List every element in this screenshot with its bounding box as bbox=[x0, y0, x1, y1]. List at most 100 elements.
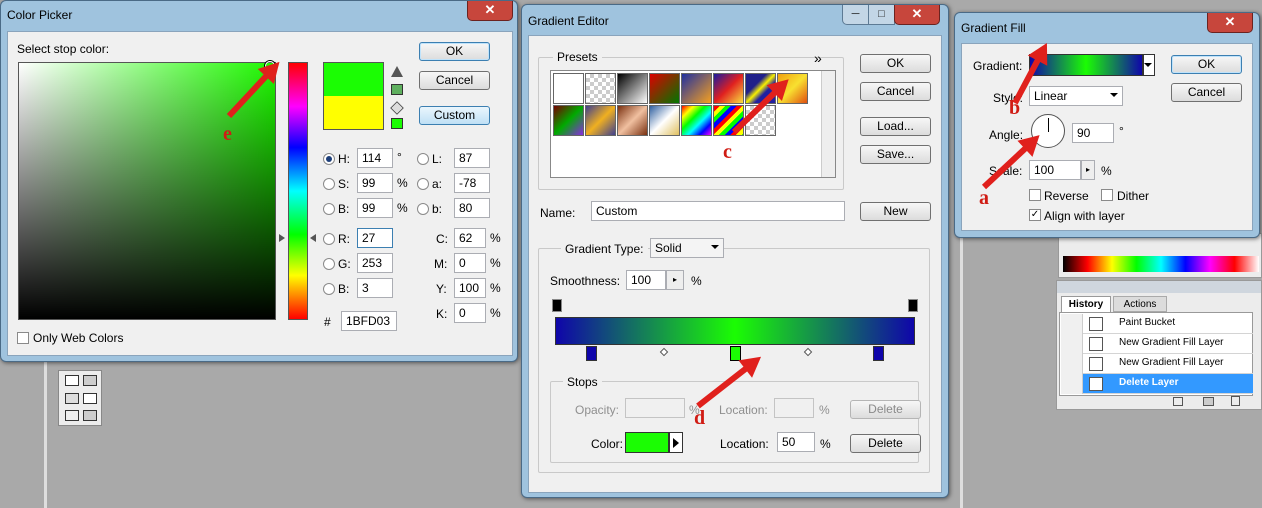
cancel-button[interactable]: Cancel bbox=[419, 71, 490, 90]
name-input[interactable]: Custom bbox=[591, 201, 845, 221]
scale-stepper[interactable]: ▸ bbox=[1081, 160, 1095, 180]
a-input[interactable]: -78 bbox=[454, 173, 490, 193]
web-safe-cube-icon[interactable] bbox=[390, 101, 404, 115]
g-input[interactable]: 253 bbox=[357, 253, 393, 273]
snapshot-box[interactable] bbox=[1061, 314, 1083, 334]
c-input[interactable]: 62 bbox=[454, 228, 486, 248]
history-item[interactable]: New Gradient Fill Layer bbox=[1061, 354, 1253, 374]
hue-slider-left-arrow[interactable] bbox=[279, 234, 285, 242]
preset-swatch[interactable] bbox=[713, 105, 744, 136]
new-button[interactable]: New bbox=[860, 202, 931, 221]
gamut-warning-icon[interactable] bbox=[391, 66, 403, 77]
history-item[interactable]: Paint Bucket bbox=[1061, 314, 1253, 334]
tool-icon[interactable] bbox=[83, 410, 97, 421]
opacity-stop-right[interactable] bbox=[908, 299, 918, 312]
k-input[interactable]: 0 bbox=[454, 303, 486, 323]
gamut-color-chip[interactable] bbox=[391, 84, 403, 95]
delete-color-stop-button[interactable]: Delete bbox=[850, 434, 921, 453]
preset-swatch[interactable] bbox=[617, 73, 648, 104]
bb-radio[interactable] bbox=[417, 203, 429, 215]
stop-color-menu-arrow[interactable] bbox=[669, 432, 683, 453]
scale-input[interactable]: 100 bbox=[1029, 160, 1081, 180]
hex-input[interactable]: 1BFD03 bbox=[341, 311, 397, 331]
preset-swatch[interactable] bbox=[681, 105, 712, 136]
preset-swatch[interactable] bbox=[649, 73, 680, 104]
snapshot-box[interactable] bbox=[1061, 334, 1083, 354]
new-document-icon[interactable] bbox=[1173, 397, 1183, 406]
web-color-chip[interactable] bbox=[391, 118, 403, 129]
snapshot-box[interactable] bbox=[1061, 354, 1083, 374]
location-input-disabled[interactable] bbox=[774, 398, 814, 418]
location-input[interactable]: 50 bbox=[777, 432, 815, 452]
smoothness-input[interactable]: 100 bbox=[626, 270, 666, 290]
maximize-button[interactable]: □ bbox=[868, 5, 895, 25]
a-radio[interactable] bbox=[417, 178, 429, 190]
close-button[interactable]: ✕ bbox=[467, 1, 513, 21]
minimize-button[interactable]: ─ bbox=[842, 5, 869, 25]
gradient-dropdown[interactable] bbox=[1143, 54, 1155, 76]
preset-swatch[interactable] bbox=[585, 73, 616, 104]
angle-input[interactable]: 90 bbox=[1072, 123, 1114, 143]
history-item-selected[interactable]: Delete Layer bbox=[1061, 374, 1253, 394]
bb-input[interactable]: 80 bbox=[454, 198, 490, 218]
delete-opacity-stop-button[interactable]: Delete bbox=[850, 400, 921, 419]
hue-slider-right-arrow[interactable] bbox=[310, 234, 316, 242]
current-color-swatch[interactable] bbox=[323, 96, 384, 130]
ok-button[interactable]: OK bbox=[419, 42, 490, 61]
save-button[interactable]: Save... bbox=[860, 145, 931, 164]
only-web-colors-checkbox[interactable] bbox=[17, 332, 29, 344]
close-button[interactable]: ✕ bbox=[894, 5, 940, 25]
color-stop-left[interactable] bbox=[586, 346, 597, 361]
preset-swatch[interactable] bbox=[713, 73, 744, 104]
b-input[interactable]: 99 bbox=[357, 198, 393, 218]
trash-icon[interactable] bbox=[1231, 396, 1240, 406]
opacity-input[interactable] bbox=[625, 398, 685, 418]
presets-menu-icon[interactable]: » bbox=[814, 50, 822, 66]
camera-icon[interactable] bbox=[1203, 397, 1214, 406]
preset-swatch[interactable] bbox=[553, 73, 584, 104]
r-radio[interactable] bbox=[323, 233, 335, 245]
gradient-type-select[interactable]: Solid bbox=[650, 238, 724, 258]
tool-icon[interactable] bbox=[65, 375, 79, 386]
l-input[interactable]: 87 bbox=[454, 148, 490, 168]
smoothness-stepper[interactable]: ▸ bbox=[666, 270, 684, 290]
snapshot-box[interactable] bbox=[1061, 374, 1083, 394]
tool-icon[interactable] bbox=[83, 393, 97, 404]
tab-history[interactable]: History bbox=[1061, 296, 1111, 312]
h-input[interactable]: 114 bbox=[357, 148, 393, 168]
tool-icon[interactable] bbox=[83, 375, 97, 386]
ok-button[interactable]: OK bbox=[1171, 55, 1242, 74]
preset-swatch[interactable] bbox=[649, 105, 680, 136]
s-input[interactable]: 99 bbox=[357, 173, 393, 193]
preset-swatch[interactable] bbox=[585, 105, 616, 136]
y-input[interactable]: 100 bbox=[454, 278, 486, 298]
custom-button[interactable]: Custom bbox=[419, 106, 490, 125]
hue-slider[interactable] bbox=[288, 62, 308, 320]
ok-button[interactable]: OK bbox=[860, 54, 931, 73]
close-button[interactable]: ✕ bbox=[1207, 13, 1253, 33]
s-radio[interactable] bbox=[323, 178, 335, 190]
gradient-bar[interactable] bbox=[555, 317, 915, 345]
opacity-stop-left[interactable] bbox=[552, 299, 562, 312]
b2-radio[interactable] bbox=[323, 283, 335, 295]
color-ramp[interactable] bbox=[1063, 256, 1259, 272]
dither-checkbox[interactable] bbox=[1101, 189, 1113, 201]
b2-input[interactable]: 3 bbox=[357, 278, 393, 298]
tool-icon[interactable] bbox=[65, 393, 79, 404]
align-checkbox[interactable]: ✓ bbox=[1029, 209, 1041, 221]
history-item[interactable]: New Gradient Fill Layer bbox=[1061, 334, 1253, 354]
stop-color-swatch[interactable] bbox=[625, 432, 669, 453]
preset-swatch[interactable] bbox=[681, 73, 712, 104]
m-input[interactable]: 0 bbox=[454, 253, 486, 273]
cancel-button[interactable]: Cancel bbox=[1171, 83, 1242, 102]
reverse-checkbox[interactable] bbox=[1029, 189, 1041, 201]
l-radio[interactable] bbox=[417, 153, 429, 165]
cancel-button[interactable]: Cancel bbox=[860, 82, 931, 101]
color-stop-right[interactable] bbox=[873, 346, 884, 361]
preset-swatch[interactable] bbox=[553, 105, 584, 136]
style-select[interactable]: Linear bbox=[1029, 86, 1123, 106]
tool-icon[interactable] bbox=[65, 410, 79, 421]
h-radio[interactable] bbox=[323, 153, 335, 165]
g-radio[interactable] bbox=[323, 258, 335, 270]
presets-scrollbar[interactable] bbox=[821, 71, 835, 177]
